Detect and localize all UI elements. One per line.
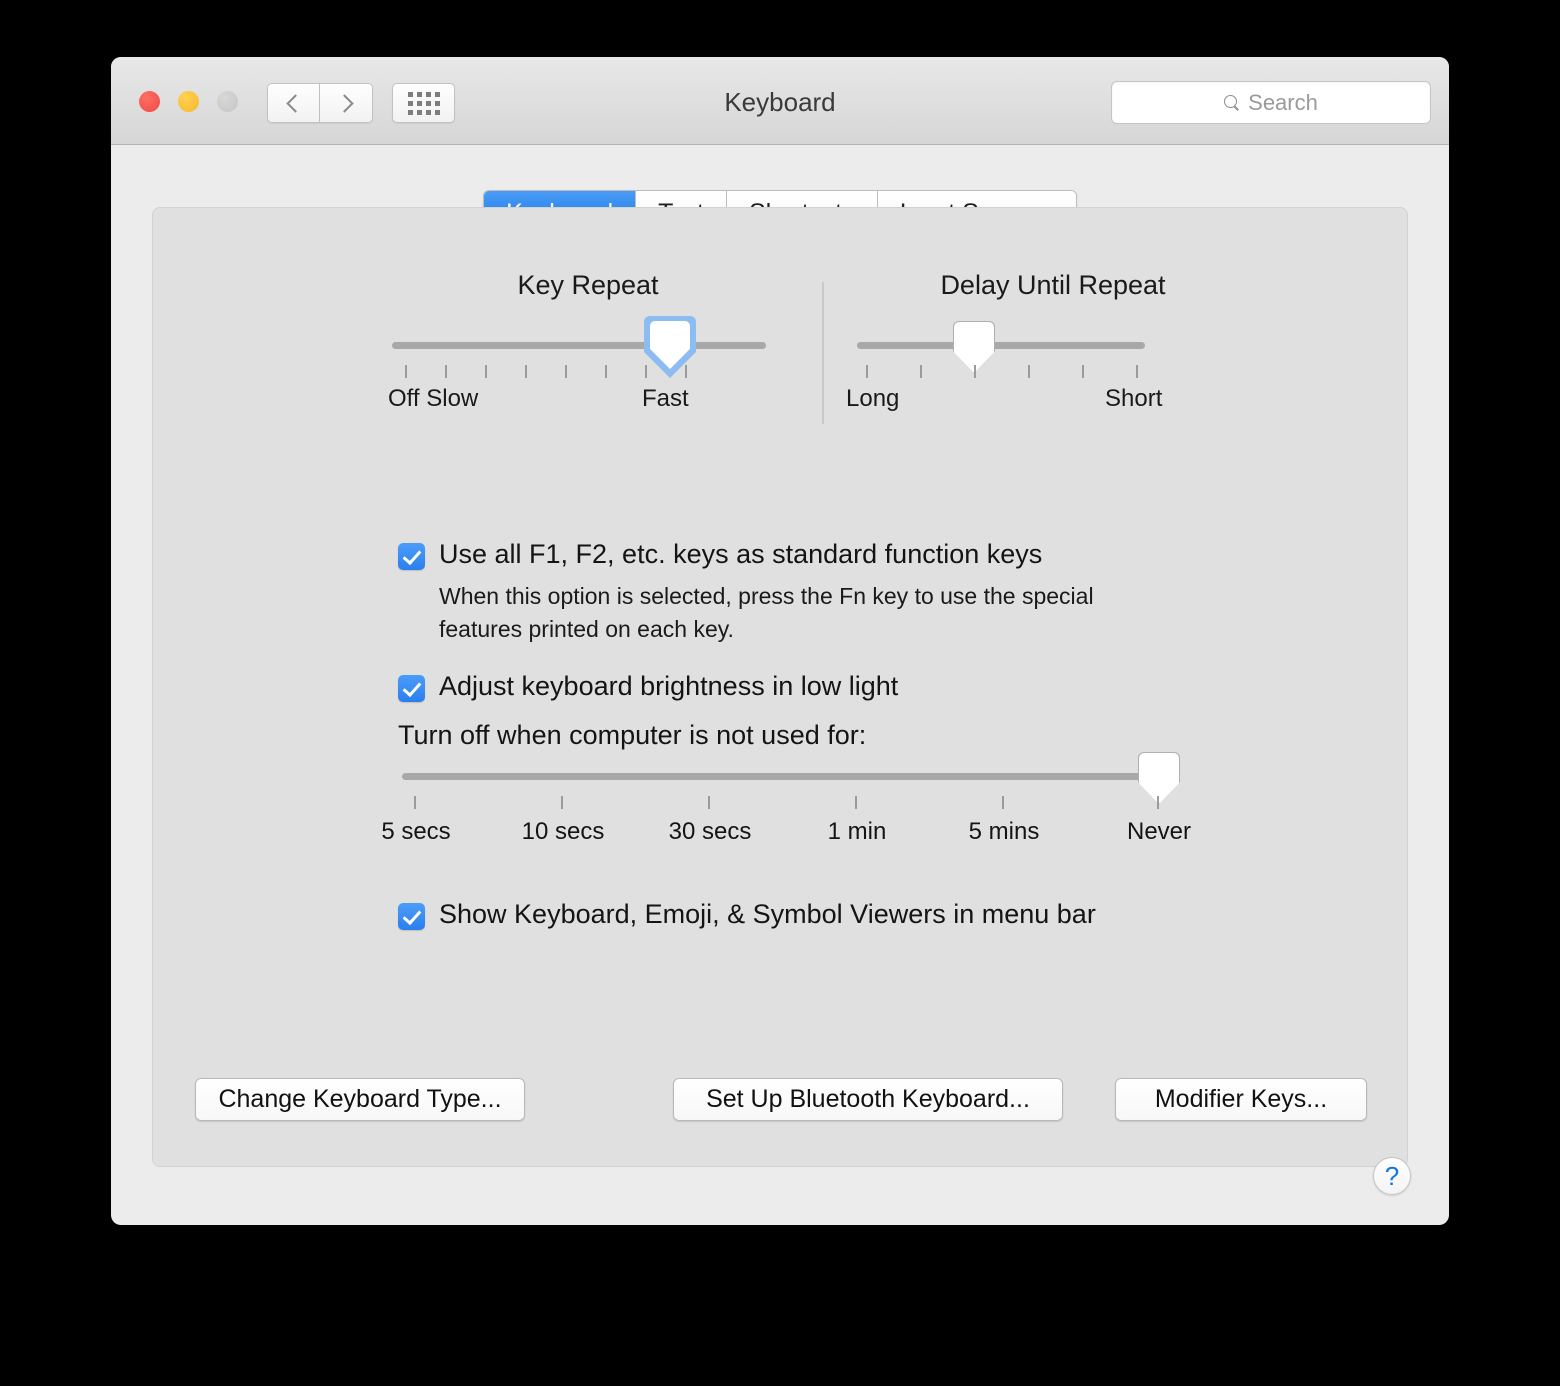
system-preferences-window: Keyboard Search Keyboard Text Shortcuts … [111,57,1449,1225]
fkeys-option-row[interactable]: Use all F1, F2, etc. keys as standard fu… [398,538,1042,572]
timeout-label-10-secs: 10 secs [522,818,605,846]
backlight-timeout-slider[interactable]: 5 secs 10 secs 30 secs 1 min 5 mins Neve… [398,768,1208,852]
key-repeat-end-labels: Off Slow Fast [388,385,788,413]
key-repeat-min-label: Off Slow [388,385,478,413]
key-repeat-title: Key Repeat [388,270,788,301]
backlight-timeout-ticks [398,796,1208,810]
fkeys-description: When this option is selected, press the … [439,580,1199,645]
timeout-label-30-secs: 30 secs [669,818,752,846]
viewers-checkbox[interactable] [398,903,425,930]
viewers-option-row[interactable]: Show Keyboard, Emoji, & Symbol Viewers i… [398,898,1096,932]
delay-until-repeat-group: Delay Until Repeat Long Short [853,270,1253,413]
key-repeat-track [392,342,766,349]
vertical-divider [822,282,824,424]
modifier-keys-button[interactable]: Modifier Keys... [1115,1078,1367,1121]
change-keyboard-type-button[interactable]: Change Keyboard Type... [195,1078,525,1121]
delay-until-repeat-ticks [853,365,1253,379]
fkeys-checkbox[interactable] [398,543,425,570]
turn-off-label: Turn off when computer is not used for: [398,720,866,751]
backlight-timeout-labels: 5 secs 10 secs 30 secs 1 min 5 mins Neve… [398,818,1208,852]
delay-min-label: Long [846,385,899,413]
fkeys-description-line1: When this option is selected, press the … [439,583,1094,609]
timeout-label-never: Never [1127,818,1191,846]
search-field[interactable]: Search [1111,81,1431,124]
brightness-option-row[interactable]: Adjust keyboard brightness in low light [398,670,898,704]
brightness-checkbox[interactable] [398,675,425,702]
timeout-label-5-mins: 5 mins [969,818,1040,846]
key-repeat-ticks [388,365,788,379]
key-repeat-max-label: Fast [642,385,689,413]
fkeys-label: Use all F1, F2, etc. keys as standard fu… [439,538,1042,572]
delay-until-repeat-track [857,342,1145,349]
brightness-label: Adjust keyboard brightness in low light [439,670,898,704]
help-button[interactable]: ? [1373,1157,1411,1195]
delay-max-label: Short [1105,385,1162,413]
window-titlebar: Keyboard Search [111,57,1449,145]
fkeys-description-line2: features printed on each key. [439,616,734,642]
backlight-timeout-track [402,773,1170,780]
delay-until-repeat-end-labels: Long Short [853,385,1253,413]
viewers-label: Show Keyboard, Emoji, & Symbol Viewers i… [439,898,1096,932]
set-up-bluetooth-keyboard-button[interactable]: Set Up Bluetooth Keyboard... [673,1078,1063,1121]
delay-until-repeat-title: Delay Until Repeat [853,270,1253,301]
delay-until-repeat-slider[interactable] [853,337,1253,353]
search-icon [1224,95,1239,110]
search-placeholder: Search [1248,90,1318,116]
repeat-sliders-row: Key Repeat Off Slow Fast Delay Until Rep… [153,270,1407,440]
timeout-label-5-secs: 5 secs [381,818,450,846]
keyboard-settings-panel: Key Repeat Off Slow Fast Delay Until Rep… [152,207,1408,1167]
timeout-label-1-min: 1 min [828,818,887,846]
key-repeat-slider[interactable] [388,337,788,353]
key-repeat-group: Key Repeat Off Slow Fast [388,270,788,413]
